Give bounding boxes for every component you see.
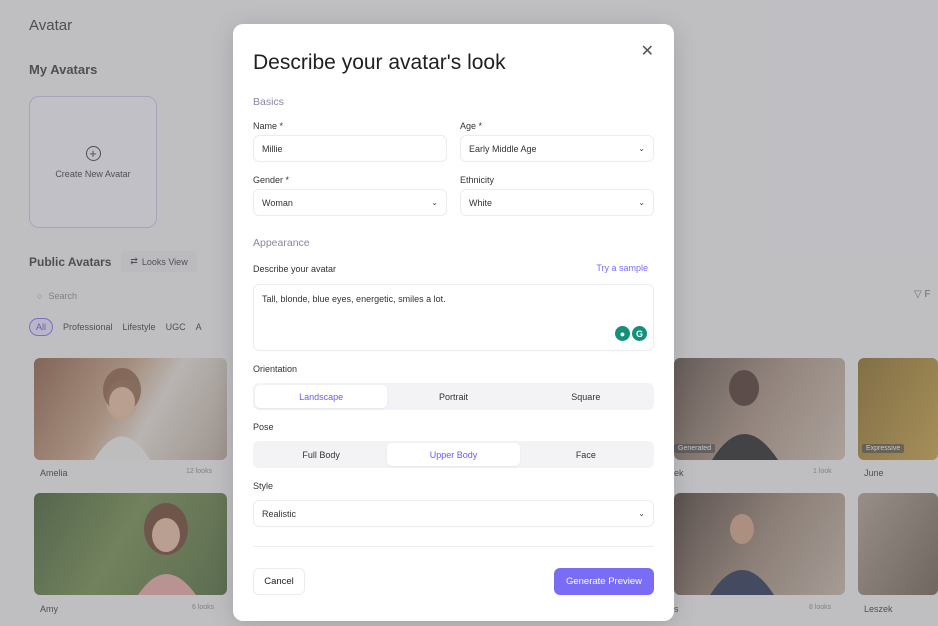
orientation-label: Orientation: [253, 364, 298, 374]
ethnicity-label: Ethnicity: [460, 175, 495, 185]
chevron-down-icon: ⌄: [638, 144, 645, 153]
ethnicity-select[interactable]: White ⌄: [460, 189, 654, 216]
describe-avatar-modal: Describe your avatar's look ✕ Basics Nam…: [233, 24, 674, 621]
name-field[interactable]: Millie: [253, 135, 447, 162]
orientation-square[interactable]: Square: [520, 385, 652, 408]
orientation-toggle: Landscape Portrait Square: [253, 383, 654, 410]
age-select[interactable]: Early Middle Age ⌄: [460, 135, 654, 162]
orientation-landscape[interactable]: Landscape: [255, 385, 388, 408]
appearance-heading: Appearance: [253, 237, 310, 249]
generate-preview-button[interactable]: Generate Preview: [554, 568, 654, 595]
style-select[interactable]: Realistic ⌄: [253, 500, 654, 527]
ethnicity-value: White: [469, 197, 493, 208]
style-label: Style: [253, 481, 274, 491]
close-icon[interactable]: ✕: [641, 41, 654, 61]
describe-label: Describe your avatar: [253, 264, 337, 274]
basics-heading: Basics: [253, 96, 284, 108]
gender-select[interactable]: Woman ⌄: [253, 189, 447, 216]
pose-face[interactable]: Face: [520, 443, 652, 466]
gender-value: Woman: [262, 197, 293, 208]
footer-divider: [253, 546, 654, 547]
modal-title: Describe your avatar's look: [253, 51, 506, 74]
gender-label: Gender *: [253, 175, 290, 185]
grammarly-icon[interactable]: G: [632, 326, 647, 341]
chevron-down-icon: ⌄: [638, 198, 645, 207]
textarea-extensions: ● G: [615, 326, 647, 341]
pose-toggle: Full Body Upper Body Face: [253, 441, 654, 468]
bulb-icon[interactable]: ●: [615, 326, 630, 341]
try-sample-link[interactable]: Try a sample: [596, 263, 648, 273]
age-value: Early Middle Age: [469, 143, 537, 154]
pose-label: Pose: [253, 422, 274, 432]
chevron-down-icon: ⌄: [638, 509, 645, 518]
name-label: Name *: [253, 121, 284, 131]
description-value: Tall, blonde, blue eyes, energetic, smil…: [262, 294, 446, 304]
orientation-portrait[interactable]: Portrait: [387, 385, 519, 408]
style-value: Realistic: [262, 508, 297, 519]
description-textarea[interactable]: Tall, blonde, blue eyes, energetic, smil…: [253, 284, 654, 351]
cancel-button[interactable]: Cancel: [253, 568, 305, 595]
chevron-down-icon: ⌄: [431, 198, 438, 207]
name-value: Millie: [262, 143, 283, 154]
pose-full-body[interactable]: Full Body: [255, 443, 387, 466]
age-label: Age *: [460, 121, 483, 131]
pose-upper-body[interactable]: Upper Body: [387, 443, 520, 466]
